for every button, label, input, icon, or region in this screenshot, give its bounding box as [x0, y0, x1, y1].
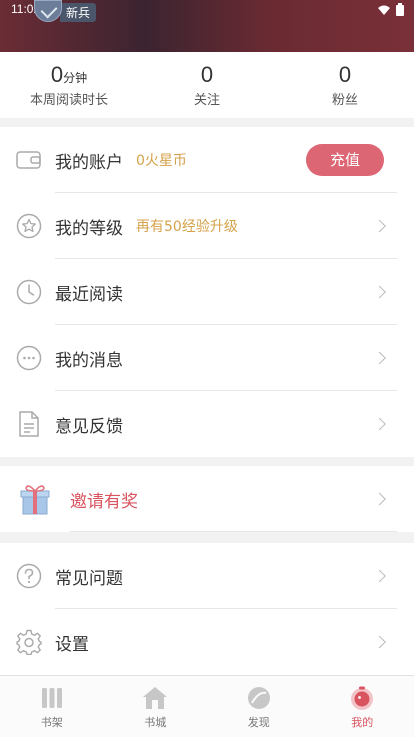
menu-label: 最近阅读	[55, 284, 123, 305]
menu-group-invite: 邀请有奖	[0, 466, 414, 532]
chevron-right-icon	[373, 635, 386, 649]
stat-value: 0	[200, 62, 214, 87]
rank-shield-icon	[34, 0, 62, 22]
stat-value: 0	[338, 62, 352, 87]
chevron-right-icon	[373, 569, 386, 583]
menu-group-main: 我的账户 0火星币 充值 我的等级 再有50经验升级 最近阅读 我的消息 意见反…	[0, 127, 414, 457]
rank-badge[interactable]: 新兵	[34, 0, 97, 22]
menu-label: 意见反馈	[55, 416, 123, 437]
tab-bookstore[interactable]: 书城	[104, 676, 208, 737]
document-icon	[16, 411, 42, 437]
chevron-right-icon	[373, 351, 386, 365]
chevron-right-icon	[373, 219, 386, 233]
stat-following[interactable]: 0 关注	[138, 52, 276, 118]
gear-icon	[16, 629, 42, 655]
discover-icon	[207, 685, 311, 711]
system-icons	[378, 3, 404, 16]
level-hint: 再有50经验升级	[136, 219, 238, 235]
profile-icon	[311, 685, 414, 711]
tab-label: 发现	[247, 716, 270, 729]
star-badge-icon	[16, 213, 42, 239]
stats-bar: 0分钟 本周阅读时长 0 关注 0 粉丝	[0, 52, 414, 118]
menu-item-settings[interactable]: 设置	[0, 609, 414, 675]
menu-label: 设置	[55, 634, 89, 655]
menu-item-messages[interactable]: 我的消息	[0, 325, 414, 391]
menu-group-help: 常见问题 设置	[0, 543, 414, 675]
tab-bookshelf[interactable]: 书架	[0, 676, 104, 737]
tab-label: 书城	[144, 716, 167, 729]
tab-discover[interactable]: 发现	[207, 676, 311, 737]
stat-label: 本周阅读时长	[29, 93, 108, 108]
stat-weekly-reading[interactable]: 0分钟 本周阅读时长	[0, 52, 138, 118]
profile-banner: 11:02 新兵	[0, 0, 414, 52]
tab-label: 我的	[351, 716, 374, 729]
clock-icon	[16, 279, 42, 305]
stat-label: 关注	[193, 93, 220, 108]
menu-label: 我的账户	[55, 152, 123, 173]
tab-profile[interactable]: 我的	[311, 676, 414, 737]
menu-item-level[interactable]: 我的等级 再有50经验升级	[0, 193, 414, 259]
menu-label: 邀请有奖	[70, 491, 138, 512]
stat-unit: 分钟	[63, 71, 88, 85]
menu-label: 常见问题	[55, 568, 123, 589]
stat-value: 0	[50, 62, 64, 87]
rank-badge-label: 新兵	[60, 3, 97, 22]
chevron-right-icon	[373, 285, 386, 299]
gift-icon	[20, 483, 50, 515]
tab-label: 书架	[40, 716, 63, 729]
bookstore-icon	[104, 685, 208, 711]
question-icon	[16, 563, 42, 589]
battery-icon	[396, 3, 404, 16]
stat-followers[interactable]: 0 粉丝	[276, 52, 414, 118]
chevron-right-icon	[373, 417, 386, 431]
recharge-button[interactable]: 充值	[306, 144, 384, 176]
account-balance: 0火星币	[136, 153, 187, 169]
bookshelf-icon	[0, 685, 104, 711]
message-bubble-icon	[16, 345, 42, 371]
menu-item-feedback[interactable]: 意见反馈	[0, 391, 414, 457]
bottom-tab-bar: 书架 书城 发现 我的	[0, 675, 414, 737]
menu-item-invite[interactable]: 邀请有奖	[0, 466, 414, 532]
chevron-right-icon	[373, 492, 386, 506]
menu-item-recent-reading[interactable]: 最近阅读	[0, 259, 414, 325]
wifi-icon	[378, 5, 390, 15]
divider	[70, 531, 397, 532]
stat-label: 粉丝	[331, 93, 358, 108]
menu-label: 我的等级	[55, 218, 123, 239]
menu-label: 我的消息	[55, 350, 123, 371]
menu-item-account[interactable]: 我的账户 0火星币 充值	[0, 127, 414, 193]
wallet-icon	[16, 147, 42, 173]
menu-item-faq[interactable]: 常见问题	[0, 543, 414, 609]
